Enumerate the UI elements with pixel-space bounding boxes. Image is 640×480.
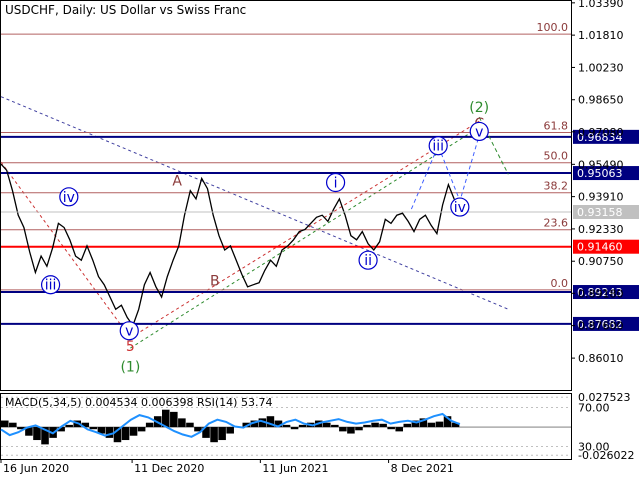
time-tick-label: 11 Jun 2021 (262, 462, 328, 475)
price-tick-label: 0.95490 (578, 158, 624, 171)
wave-label: v (125, 324, 133, 340)
time-tick-label: 11 Dec 2020 (134, 462, 204, 475)
fib-level-label: 100.0 (537, 21, 569, 34)
macd-bar (178, 418, 186, 428)
macd-bar (186, 422, 194, 428)
wave-label: iv (63, 190, 75, 206)
wave-label: iv (454, 200, 466, 216)
macd-bar (210, 427, 218, 443)
fib-level-label: 23.6 (544, 217, 569, 230)
macd-bar (137, 427, 146, 432)
macd-bar (403, 423, 412, 428)
macd-bar (105, 427, 114, 438)
symbol-label: USDCHF, Daily: (5, 3, 97, 17)
macd-bar (1, 420, 9, 428)
macd-bar (387, 427, 395, 430)
wave-label: (2) (469, 100, 489, 116)
indicator-title: MACD(5,34,5) 0.004534 0.006398 RSI(14) 5… (5, 396, 273, 409)
macd-bar (323, 422, 331, 428)
macd-bar (9, 422, 17, 428)
wave-label: (1) (120, 359, 140, 375)
indicator-tick-label: 70.00 (578, 402, 610, 415)
price-axis: 1.03390 1.01810 1.00230 0.98650 0.97080 0.954… (571, 0, 624, 365)
fib-level-label: 0.0 (551, 277, 569, 290)
macd-bar (427, 422, 436, 428)
time-axis: 16 Jun 2020 11 Dec 2020 11 Jun 2021 8 Dec 2… (0, 459, 454, 475)
wave-label: B (210, 274, 220, 290)
current-price-label: 0.93158 (577, 206, 623, 219)
wave-label: v (475, 124, 483, 140)
price-tick-label: 1.00230 (578, 61, 624, 74)
macd-bar (218, 427, 226, 441)
fib-level-label: 61.8 (544, 119, 569, 132)
price-tick-label: 0.93910 (578, 191, 624, 204)
macd-bar (33, 427, 41, 441)
indicator-tick-label: -0.026022 (578, 449, 634, 462)
macd-bar (339, 427, 347, 432)
macd-bar (129, 427, 138, 436)
macd-bar (355, 427, 363, 431)
price-tick-label: 0.89180 (578, 287, 624, 300)
macd-bar (395, 427, 403, 432)
macd-bar (145, 422, 154, 428)
price-tick-label: 0.98650 (578, 94, 624, 107)
macd-bar (435, 421, 444, 428)
wave-label: iii (45, 278, 57, 294)
macd-bar (65, 424, 73, 428)
macd-bar (371, 422, 379, 428)
wave-label: ii (364, 253, 372, 269)
wave-label: A (172, 173, 182, 189)
fib-level-label: 38.2 (544, 180, 569, 193)
symbol-description: US Dollar vs Swiss Franc (99, 3, 247, 17)
main-price-pane[interactable]: 100.061.850.038.223.60.0 0.968340.950630… (0, 0, 640, 391)
wave-label: 5 (126, 339, 135, 355)
macd-bar (331, 424, 339, 428)
price-tick-label: 0.92330 (578, 223, 624, 236)
wave-label: iii (432, 139, 444, 155)
price-tick-label: 0.86010 (578, 352, 624, 365)
macd-bar (226, 427, 234, 434)
macd-bar (379, 423, 387, 428)
macd-bar (89, 427, 98, 430)
level-price-label: 0.91460 (577, 241, 623, 254)
main-pane-frame (0, 0, 572, 391)
macd-bar (298, 424, 307, 428)
macd-bar (347, 427, 355, 434)
time-tick-label: 8 Dec 2021 (391, 462, 454, 475)
chart-title: USDCHF, Daily: US Dollar vs Swiss Franc (5, 3, 246, 17)
price-tick-label: 0.90750 (578, 255, 624, 268)
macd-bar (170, 411, 178, 428)
time-tick-label: 16 Jun 2020 (3, 462, 69, 475)
wave-label: i (334, 176, 338, 192)
macd-bar (290, 427, 299, 430)
fib-level-label: 50.0 (544, 150, 569, 163)
price-tick-label: 0.87600 (578, 320, 624, 333)
macd-bar (282, 424, 291, 428)
price-tick-label: 1.01810 (578, 29, 624, 42)
macd-bar (363, 424, 371, 428)
price-tick-label: 0.97080 (578, 126, 624, 139)
macd-bar (121, 427, 130, 441)
indicator-axis: 0.02752370.0030.00-0.026022 (578, 391, 634, 462)
price-tick-label: 1.03390 (578, 0, 624, 10)
